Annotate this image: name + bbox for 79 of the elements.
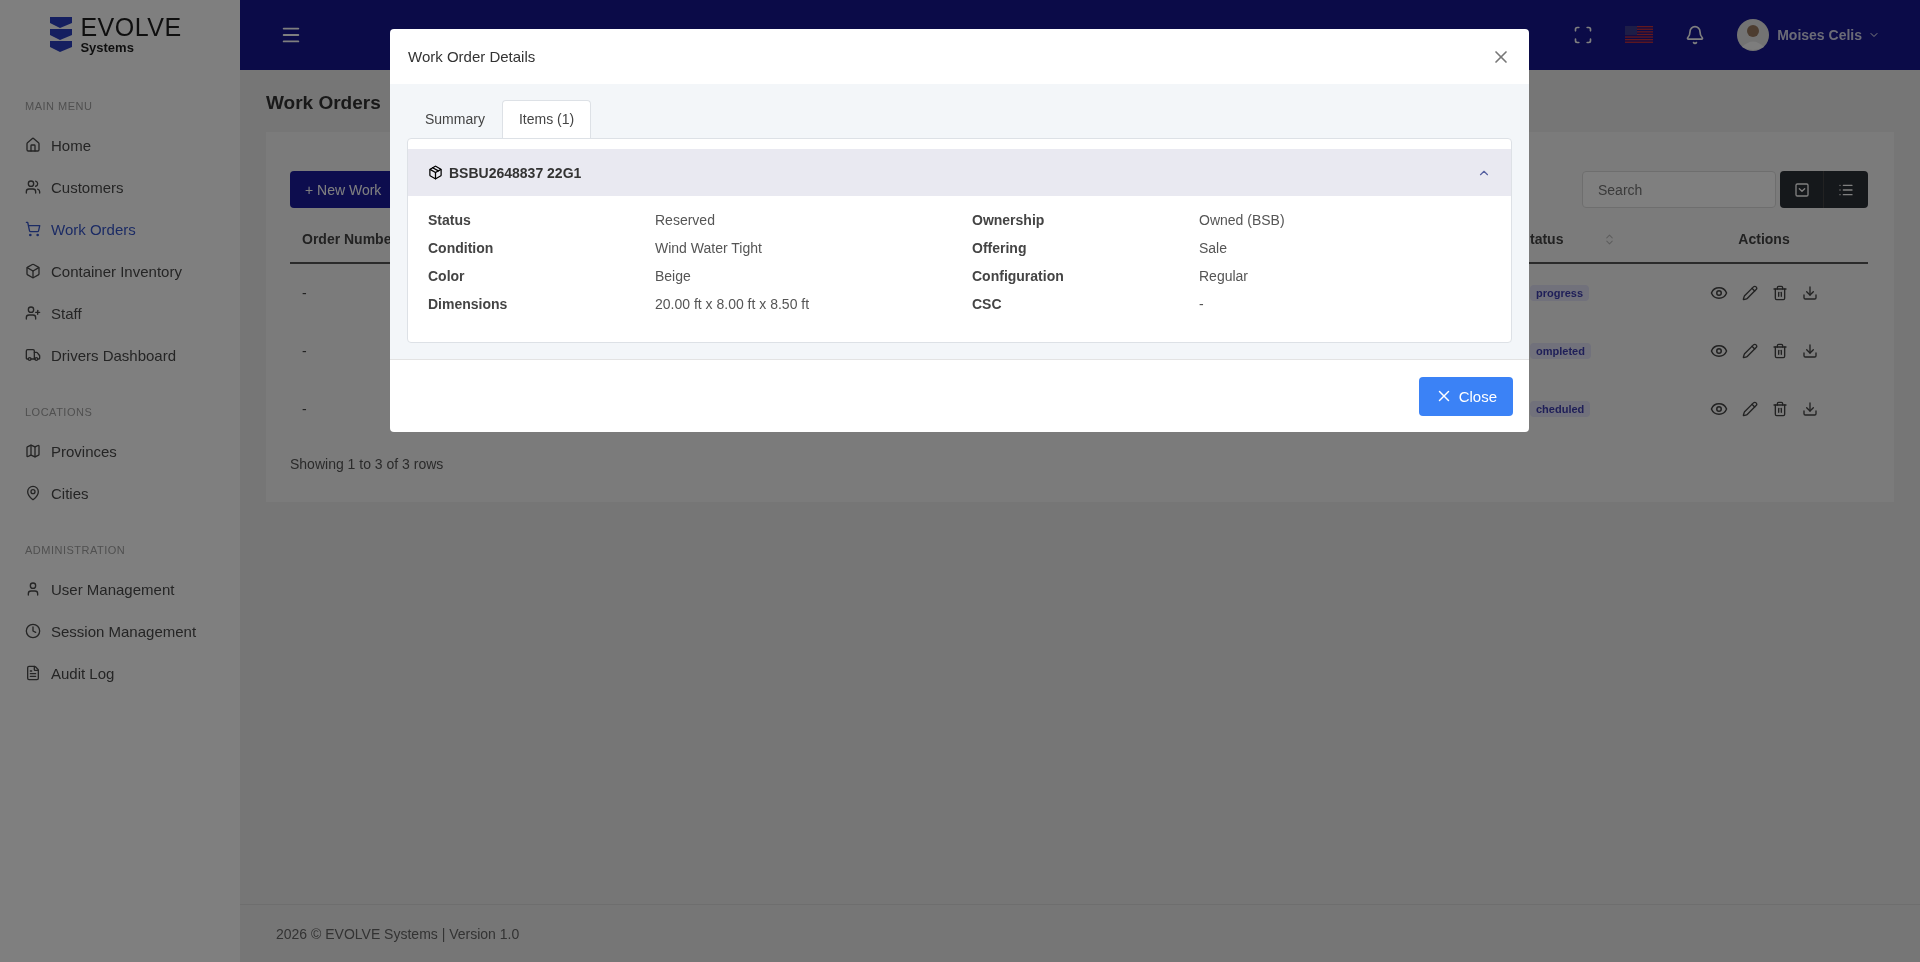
status-badge: cheduled <box>1530 401 1591 417</box>
field-label: Status <box>428 212 472 228</box>
page-title: Work Orders <box>266 92 382 114</box>
fullscreen-icon[interactable] <box>1573 25 1594 45</box>
download-icon[interactable] <box>1802 285 1818 301</box>
table-cell-text: - <box>301 342 308 361</box>
nav-item[interactable]: Audit Log <box>0 652 240 694</box>
field-value: Reserved <box>655 212 716 228</box>
field-value: - <box>1199 296 1205 312</box>
table-cell-text: - <box>301 400 308 419</box>
trash-icon[interactable] <box>1772 285 1788 301</box>
field-label: Configuration <box>972 268 1065 284</box>
users-icon <box>25 179 41 195</box>
home-icon <box>25 137 41 153</box>
view-icon[interactable] <box>1710 342 1728 360</box>
nav-item[interactable]: Work Orders <box>0 208 240 250</box>
download-icon[interactable] <box>1802 401 1818 417</box>
map-icon <box>25 443 41 459</box>
field-label: Dimensions <box>428 296 509 312</box>
field-value: Owned (BSB) <box>1199 212 1286 228</box>
document-icon <box>25 665 41 681</box>
view-icon[interactable] <box>1710 400 1728 418</box>
package-icon <box>428 165 443 180</box>
search-field[interactable]: Search <box>1582 171 1776 208</box>
field-label: Color <box>428 268 466 284</box>
column-header: Actions <box>1660 216 1868 264</box>
logo-name: EVOLVE <box>80 15 182 40</box>
logo-subtitle: Systems <box>80 40 135 55</box>
field-value: Regular <box>1199 268 1250 284</box>
map-pin-icon <box>25 485 41 501</box>
user-name[interactable]: Moises Celis <box>1777 27 1862 43</box>
field-label: Condition <box>428 240 495 256</box>
nav-item[interactable]: Container Inventory <box>0 250 240 292</box>
cube-icon <box>25 263 41 279</box>
field-value: Sale <box>1199 240 1229 256</box>
export-icon <box>1793 181 1810 198</box>
nav-item[interactable]: User Management <box>0 568 240 610</box>
column-header[interactable]: tatus <box>1530 231 1564 247</box>
truck-icon <box>25 347 41 363</box>
item-title: BSBU2648837 22G1 <box>449 164 582 181</box>
tab[interactable]: Summary <box>408 100 502 138</box>
table-cell-text: - <box>301 284 308 303</box>
field-label: Offering <box>972 240 1028 256</box>
nav-item[interactable]: Customers <box>0 166 240 208</box>
view-icon[interactable] <box>1710 284 1728 302</box>
field-value: Wind Water Tight <box>655 240 763 256</box>
columns-button[interactable] <box>1824 171 1868 208</box>
avatar[interactable] <box>1737 19 1770 51</box>
trash-icon[interactable] <box>1772 401 1788 417</box>
logo-icon <box>48 15 75 55</box>
bell-icon[interactable] <box>1685 25 1706 45</box>
pagination-summary: Showing 1 to 3 of 3 rows <box>290 456 445 472</box>
status-badge: progress <box>1530 285 1590 301</box>
field-value: Beige <box>655 268 692 284</box>
download-icon[interactable] <box>1802 343 1818 359</box>
export-button[interactable] <box>1780 171 1824 208</box>
edit-icon[interactable] <box>1742 343 1758 359</box>
edit-icon[interactable] <box>1742 401 1758 417</box>
nav-item[interactable]: Staff <box>0 292 240 334</box>
trash-icon[interactable] <box>1772 343 1788 359</box>
tab[interactable]: Items (1) <box>501 100 592 138</box>
close-button[interactable]: Close <box>1418 376 1513 416</box>
user-plus-icon <box>25 305 41 321</box>
nav-item[interactable]: Drivers Dashboard <box>0 334 240 376</box>
edit-icon[interactable] <box>1742 285 1758 301</box>
field-label: Ownership <box>972 212 1046 228</box>
new-work-order-button[interactable]: + New Work <box>290 171 390 208</box>
nav-item[interactable]: Provinces <box>0 430 240 472</box>
user-icon <box>25 581 41 597</box>
modal-title: Work Order Details <box>408 48 536 65</box>
field-label: CSC <box>972 296 1003 312</box>
item-header[interactable]: BSBU2648837 22G1 <box>408 149 1511 196</box>
cart-icon <box>25 221 41 237</box>
clock-icon <box>25 623 41 639</box>
nav-item[interactable]: Home <box>0 124 240 166</box>
nav-item[interactable]: Cities <box>0 472 240 514</box>
nav-item[interactable]: Session Management <box>0 610 240 652</box>
field-value: 20.00 ft x 8.00 ft x 8.50 ft <box>655 296 811 312</box>
status-badge: ompleted <box>1530 343 1591 359</box>
